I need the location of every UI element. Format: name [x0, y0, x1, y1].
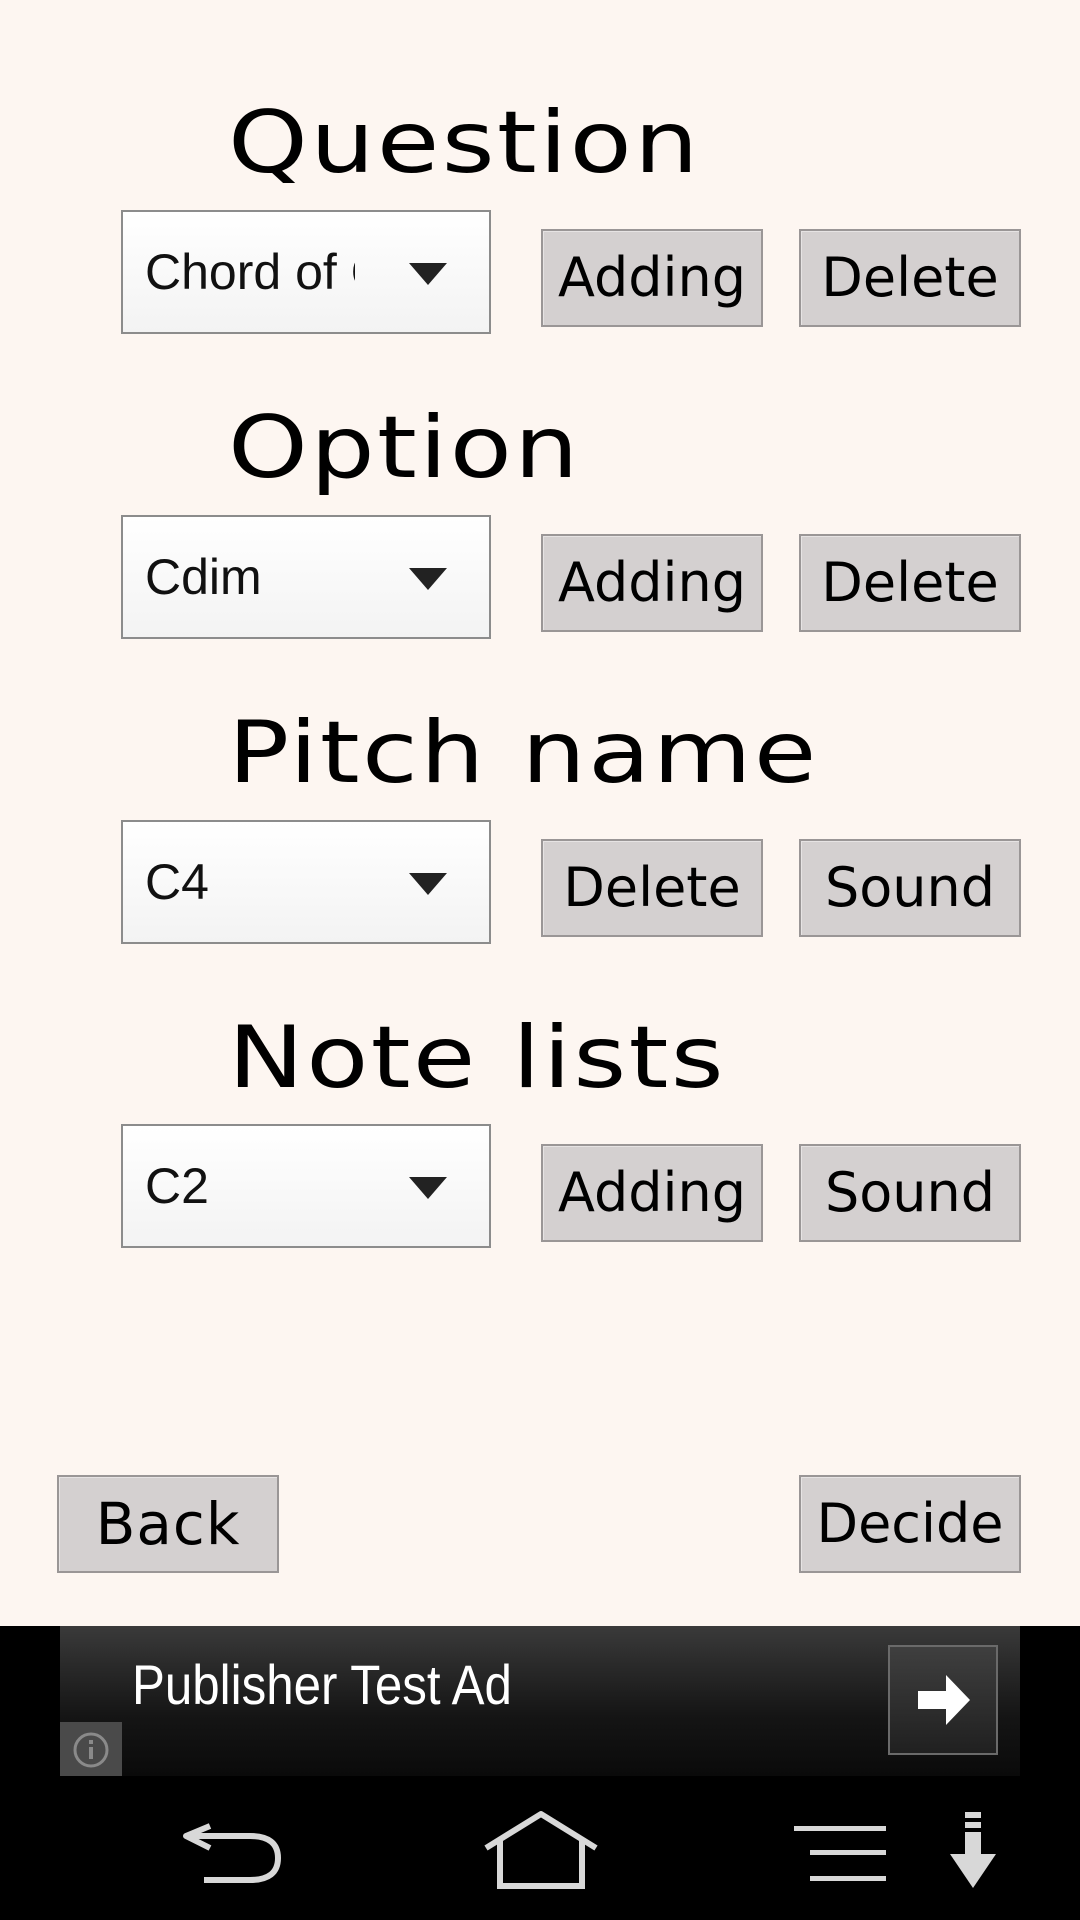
question-spinner-value: Chord of C — [145, 244, 355, 300]
decide-button[interactable]: Decide — [799, 1475, 1021, 1573]
chevron-down-icon — [409, 263, 447, 285]
option-title: Option — [228, 398, 581, 498]
question-title: Question — [228, 93, 701, 193]
pitch-name-delete-button[interactable]: Delete — [541, 839, 763, 937]
note-lists-title: Note lists — [228, 1008, 727, 1108]
system-nav-bar — [0, 1776, 1080, 1920]
pitch-name-spinner[interactable]: C4 — [121, 820, 491, 944]
chevron-down-icon — [409, 873, 447, 895]
option-adding-button[interactable]: Adding — [541, 534, 763, 632]
back-icon[interactable] — [180, 1816, 290, 1886]
back-button[interactable]: Back — [57, 1475, 279, 1573]
download-icon[interactable] — [948, 1812, 998, 1892]
option-spinner-value: Cdim — [145, 549, 262, 605]
chevron-down-icon — [409, 1177, 447, 1199]
info-glyph — [73, 1732, 109, 1768]
ad-banner[interactable]: Publisher Test Ad — [60, 1626, 1020, 1776]
info-icon[interactable] — [60, 1722, 122, 1776]
option-spinner[interactable]: Cdim — [121, 515, 491, 639]
ad-arrow-button[interactable] — [888, 1645, 998, 1755]
note-lists-spinner[interactable]: C2 — [121, 1124, 491, 1248]
app-screen: Question Chord of C Adding Delete Option… — [0, 0, 1080, 1920]
note-lists-spinner-value: C2 — [145, 1158, 209, 1214]
question-delete-button[interactable]: Delete — [799, 229, 1021, 327]
option-delete-button[interactable]: Delete — [799, 534, 1021, 632]
note-lists-sound-button[interactable]: Sound — [799, 1144, 1021, 1242]
home-icon[interactable] — [482, 1810, 600, 1890]
ad-bar: Publisher Test Ad — [0, 1626, 1080, 1776]
note-lists-adding-button[interactable]: Adding — [541, 1144, 763, 1242]
question-spinner[interactable]: Chord of C — [121, 210, 491, 334]
ad-text: Publisher Test Ad — [132, 1653, 512, 1716]
menu-icon[interactable] — [790, 1822, 890, 1886]
arrow-right-icon — [918, 1675, 970, 1725]
question-adding-button[interactable]: Adding — [541, 229, 763, 327]
pitch-name-title: Pitch name — [228, 703, 819, 803]
pitch-name-spinner-value: C4 — [145, 854, 209, 910]
chevron-down-icon — [409, 568, 447, 590]
pitch-name-sound-button[interactable]: Sound — [799, 839, 1021, 937]
